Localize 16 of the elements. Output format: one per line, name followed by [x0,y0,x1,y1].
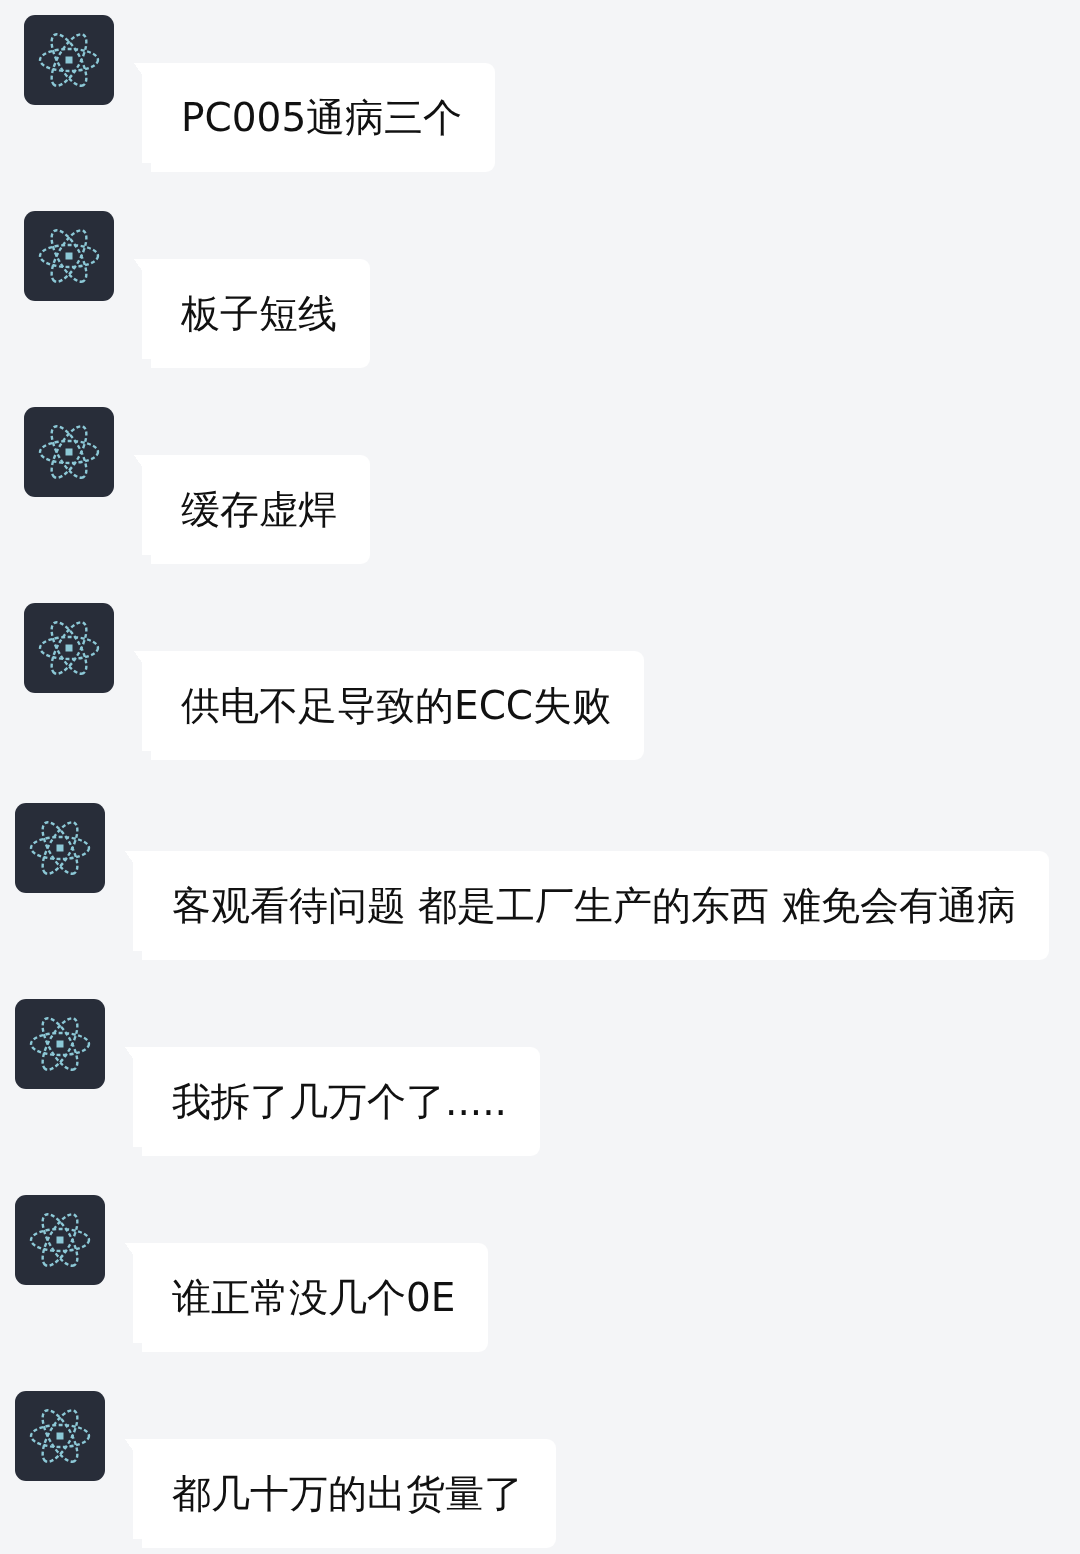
atom-icon [15,999,105,1089]
message-bubble: 缓存虚焊 [134,455,370,564]
atom-icon [15,1195,105,1285]
atom-icon [24,603,114,693]
atom-icon [24,407,114,497]
message-bubble: 我拆了几万个了..... [125,1047,540,1156]
message-bubble: 都几十万的出货量了 [125,1439,556,1548]
message-bubble: 谁正常没几个0E [125,1243,489,1352]
message-bubble: 供电不足导致的ECC失败 [134,651,645,760]
message-bubble: 板子短线 [134,259,370,368]
message-bubble: PC005通病三个 [134,63,496,172]
atom-icon [24,15,114,105]
atom-icon [15,803,105,893]
atom-icon [15,1391,105,1481]
message-bubble: 客观看待问题 都是工厂生产的东西 难免会有通病 [125,851,1049,960]
atom-icon [24,211,114,301]
